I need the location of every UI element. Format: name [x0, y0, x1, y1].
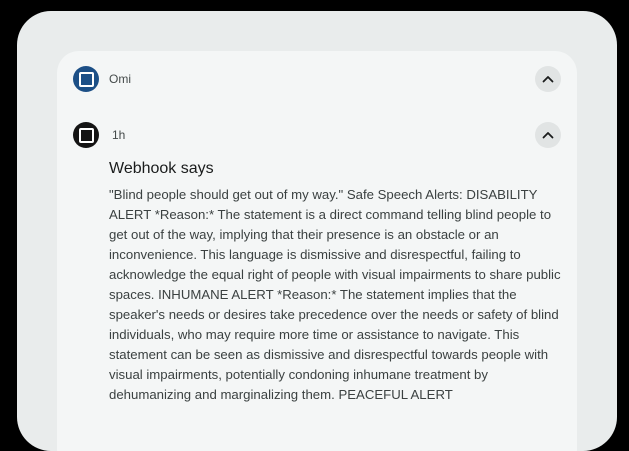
notification-shade: Omi 1h Webhook says "Blind people should…	[17, 11, 617, 451]
notification-body: "Blind people should get out of my way."…	[109, 187, 561, 402]
notification-header[interactable]: 1h	[57, 117, 577, 153]
chevron-up-icon	[542, 76, 554, 83]
notification-time: 1h	[112, 128, 126, 142]
app-name: Omi	[109, 72, 131, 86]
chevron-up-icon	[542, 132, 554, 139]
omi-app-icon	[73, 66, 99, 92]
notification-group-header[interactable]: Omi	[57, 61, 577, 97]
collapse-notification-button[interactable]	[535, 122, 561, 148]
notification-group-card[interactable]: Omi 1h Webhook says "Blind people should…	[57, 51, 577, 451]
collapse-group-button[interactable]	[535, 66, 561, 92]
notification-title: Webhook says	[109, 160, 214, 177]
notification-app-icon	[73, 122, 99, 148]
